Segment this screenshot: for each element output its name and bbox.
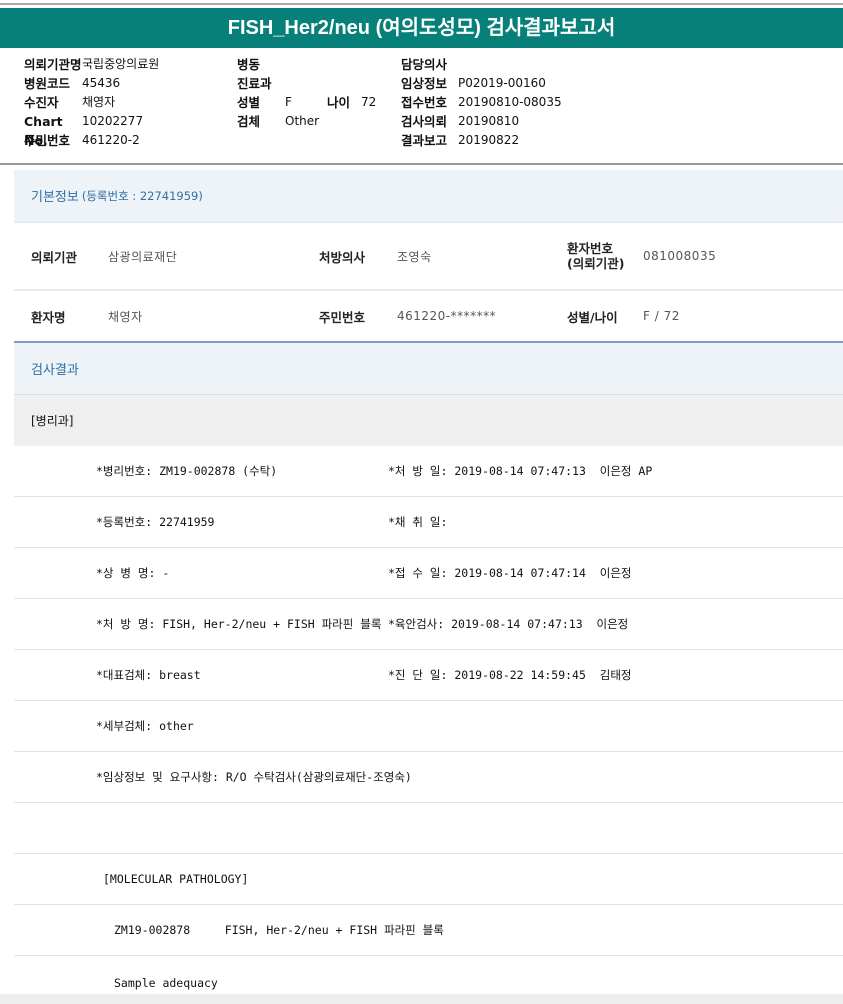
test-row: ZM19-002878 FISH, Her-2/neu + FISH 파라핀 블… — [14, 905, 843, 956]
info-label: 의뢰기관명 — [24, 57, 82, 72]
field-label: 처방의사 — [319, 249, 366, 265]
department-label: [병리과] — [31, 414, 74, 428]
result-row: *등록번호: 22741959 *채 취 일: — [14, 497, 843, 548]
bottom-bar — [0, 994, 843, 1004]
sample-adequacy: Sample adequacy — [114, 976, 218, 990]
results-title: 검사결과 — [31, 363, 79, 378]
field-value: F / 72 — [643, 309, 680, 323]
result-field: *진 단 일: 2019-08-22 14:59:45 김태정 — [388, 668, 632, 682]
info-label: 진료과 — [237, 76, 272, 91]
result-row: *세부검체: other — [14, 701, 843, 752]
result-row: *임상정보 및 요구사항: R/O 수탁검사(삼광의료재단-조영숙) — [14, 752, 843, 803]
info-label: 결과보고 — [401, 133, 448, 148]
report-title: FISH_Her2/neu (여의도성모) 검사결과보고서 — [0, 8, 843, 48]
field-value: 조영숙 — [397, 249, 432, 264]
patient-row: 의뢰기관 삼광의료재단 처방의사 조영숙 환자번호 (의뢰기관) 0810080… — [14, 221, 843, 289]
info-value: 20190810 — [458, 114, 520, 128]
info-label: 검사의뢰 — [401, 114, 448, 129]
field-value: 채영자 — [108, 309, 143, 324]
result-field: *병리번호: ZM19-002878 (수탁) — [96, 464, 278, 478]
field-value: 삼광의료재단 — [108, 249, 178, 264]
basic-info-title: 기본정보 — [31, 190, 79, 205]
info-label: 임상정보 — [401, 76, 448, 91]
result-row: *대표검체: breast *진 단 일: 2019-08-22 14:59:45… — [14, 650, 843, 701]
molecular-title: [MOLECULAR PATHOLOGY] — [103, 872, 249, 886]
info-label: 주민번호 — [24, 133, 71, 148]
result-field: *세부검체: other — [96, 719, 194, 733]
result-field: *접 수 일: 2019-08-14 07:47:14 이은정 — [388, 566, 632, 580]
divider — [0, 163, 843, 165]
registration-number: (등록번호 : 22741959) — [81, 188, 203, 203]
field-label: 의뢰기관 — [31, 249, 78, 265]
info-value: 10202277 — [82, 114, 144, 128]
result-field: *육안검사: 2019-08-14 07:47:13 이은정 — [388, 617, 629, 631]
info-value: P02019-00160 — [458, 76, 546, 90]
info-value: Other — [285, 114, 320, 128]
field-value: 461220-******* — [397, 309, 497, 323]
header-info-col2: 병동 진료과 성별 F 나이 72 검체 Other — [237, 55, 376, 131]
results-header: 검사결과 — [14, 341, 843, 395]
info-value: F — [285, 95, 292, 109]
info-value: 461220-2 — [82, 133, 140, 147]
info-value: 20190822 — [458, 133, 520, 147]
result-field: *등록번호: 22741959 — [96, 515, 215, 529]
info-label: 수진자 — [24, 95, 59, 110]
info-label: 성별 — [237, 95, 261, 110]
result-field: *대표검체: breast — [96, 668, 201, 682]
molecular-row: [MOLECULAR PATHOLOGY] — [14, 854, 843, 905]
info-label: 병동 — [237, 57, 261, 72]
field-label: 성별/나이 — [567, 309, 618, 325]
result-row: *병리번호: ZM19-002878 (수탁) *처 방 일: 2019-08-1… — [14, 446, 843, 497]
test-line: ZM19-002878 FISH, Her-2/neu + FISH 파라핀 블… — [114, 923, 444, 937]
result-field: *처 방 일: 2019-08-14 07:47:13 이은정 AP — [388, 464, 653, 478]
field-label: 환자번호 (의뢰기관) — [567, 241, 625, 271]
result-row: *처 방 명: FISH, Her-2/neu + FISH 파라핀 블록 *육안… — [14, 599, 843, 650]
info-label: 접수번호 — [401, 95, 448, 110]
info-label: 병원코드 — [24, 76, 71, 91]
department-band: [병리과] — [14, 395, 843, 446]
patient-row: 환자명 채영자 주민번호 461220-******* 성별/나이 F / 72 — [14, 289, 843, 341]
adequacy-row: Sample adequacy — [14, 956, 843, 996]
info-label: 나이 — [327, 95, 351, 110]
result-field: *처 방 명: FISH, Her-2/neu + FISH 파라핀 블록 — [96, 617, 382, 631]
header-info-col1: 의뢰기관명 국립중앙의료원 병원코드 45436 수진자 채영자 Chart No. 1… — [24, 55, 159, 150]
info-label: 검체 — [237, 114, 261, 129]
info-value: 국립중앙의료원 — [82, 57, 160, 71]
result-field: *임상정보 및 요구사항: R/O 수탁검사(삼광의료재단-조영숙) — [96, 770, 412, 784]
report-content: 기본정보 (등록번호 : 22741959) 의뢰기관 삼광의료재단 처방의사 조… — [14, 170, 843, 996]
result-field: *상 병 명: - — [96, 566, 170, 580]
header-info-col3: 담당의사 임상정보 P02019-00160 접수번호 20190810-08035… — [401, 55, 562, 150]
info-value: 채영자 — [82, 95, 116, 109]
field-value: 081008035 — [643, 249, 717, 263]
result-row — [14, 803, 843, 854]
info-label: Chart No. — [24, 114, 63, 148]
info-label: 담당의사 — [401, 57, 448, 72]
field-label: 주민번호 — [319, 309, 366, 325]
info-value: 72 — [361, 95, 377, 109]
info-value: 45436 — [82, 76, 121, 90]
result-field: *채 취 일: — [388, 515, 448, 529]
top-border — [0, 3, 843, 5]
field-label: 환자명 — [31, 309, 66, 325]
info-value: 20190810-08035 — [458, 95, 562, 109]
basic-info-header: 기본정보 (등록번호 : 22741959) — [14, 170, 843, 221]
result-row: *상 병 명: - *접 수 일: 2019-08-14 07:47:14 이은정 — [14, 548, 843, 599]
